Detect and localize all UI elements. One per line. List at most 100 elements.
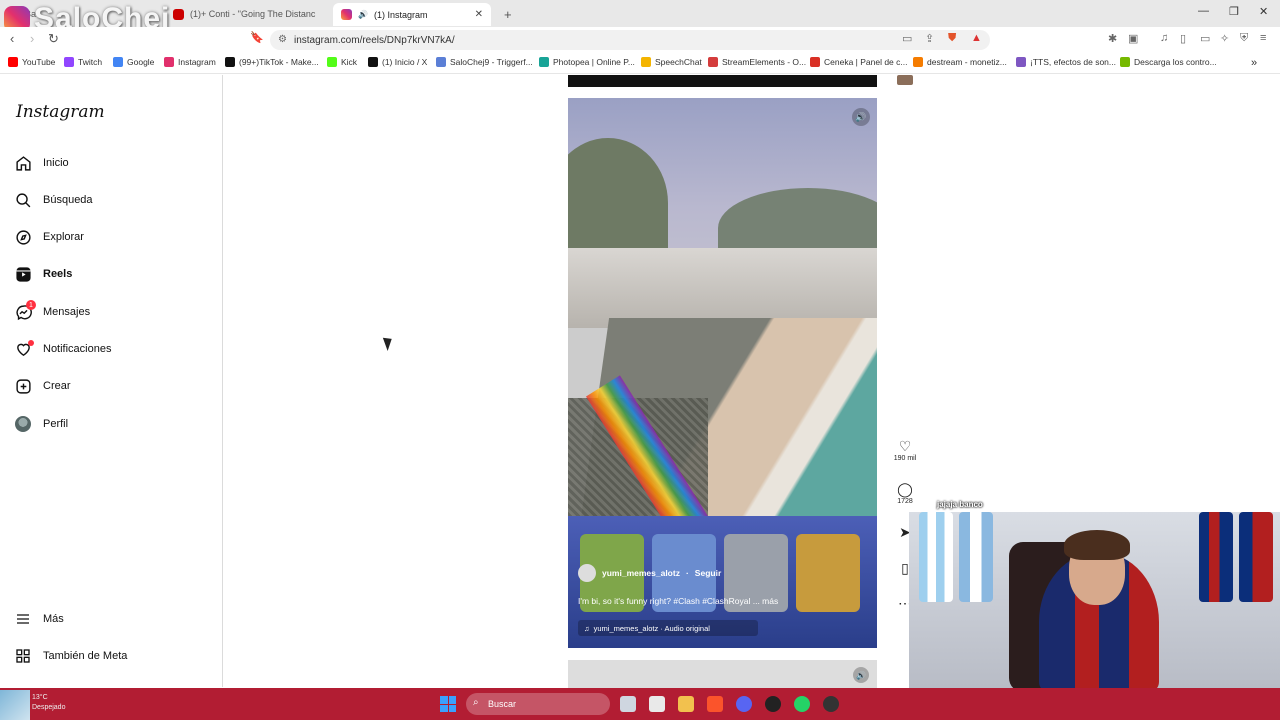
forward-icon[interactable]: › xyxy=(30,31,34,46)
bookmark-item[interactable]: Kick xyxy=(327,57,357,67)
game-card xyxy=(796,534,860,612)
ceneka-icon xyxy=(810,57,820,67)
sidebar-item-perfil[interactable]: Perfil xyxy=(14,413,68,435)
url-field[interactable]: instagram.com/reels/DNp7krVN7kA/ xyxy=(270,30,990,50)
share-icon[interactable]: ⇪ xyxy=(925,32,934,45)
wallet-icon[interactable]: ▣ xyxy=(1128,32,1138,45)
bookmark-item[interactable]: YouTube xyxy=(8,57,55,67)
steam-icon[interactable] xyxy=(823,696,839,712)
restore-icon[interactable]: ❐ xyxy=(1229,5,1239,18)
windows-start-icon[interactable] xyxy=(440,696,456,712)
instagram-icon xyxy=(164,57,174,67)
sidebar-item-explorar[interactable]: Explorar xyxy=(14,226,84,248)
minimize-icon[interactable]: — xyxy=(1198,5,1209,17)
tab-title: (1) Instagram xyxy=(373,9,428,20)
like-button[interactable]: ♡ 190 mil xyxy=(893,438,917,462)
sidebar-item-inicio[interactable]: Inicio xyxy=(14,152,69,174)
follow-button[interactable]: Seguir xyxy=(695,568,721,578)
search-icon xyxy=(14,191,32,209)
tab-title: (1)+ Conti - "Going The Distanc xyxy=(190,9,316,19)
weather-icon[interactable] xyxy=(0,690,30,720)
bookmark-item[interactable]: SaloChej9 - Triggerf... xyxy=(436,57,533,67)
sidebar-item-busqueda[interactable]: Búsqueda xyxy=(14,189,93,211)
store-icon[interactable] xyxy=(649,696,665,712)
instagram-logo[interactable]: Instagram xyxy=(16,102,105,122)
music-note-icon: ♫ xyxy=(584,623,590,633)
destream-icon xyxy=(913,57,923,67)
reload-icon[interactable]: ↻ xyxy=(48,31,59,47)
sidebar-icon[interactable]: ▯ xyxy=(1180,32,1186,45)
bookmark-item[interactable]: Instagram xyxy=(164,57,216,67)
sidebar-item-crear[interactable]: Crear xyxy=(14,375,71,397)
previous-reel-audio-thumb[interactable] xyxy=(897,75,913,85)
brave-rewards-icon[interactable]: ▲ xyxy=(971,32,982,44)
heart-icon: ♡ xyxy=(898,438,912,454)
reel-audio-link[interactable]: ♫ yumi_memes_alotz · Audio original xyxy=(578,620,758,636)
menu-icon[interactable]: ≡ xyxy=(1260,32,1266,44)
volume-icon[interactable]: 🔊 xyxy=(852,108,870,126)
task-view-icon[interactable] xyxy=(620,696,636,712)
vpn-icon[interactable]: ⛨ xyxy=(1240,32,1248,45)
screenshot-icon[interactable]: ▭ xyxy=(902,32,912,45)
instagram-icon xyxy=(341,9,352,20)
home-icon xyxy=(14,154,32,172)
speechchat-icon xyxy=(641,57,651,67)
reels-icon xyxy=(14,265,32,283)
taskbar-search[interactable]: Buscar xyxy=(466,693,610,715)
wall-jersey xyxy=(959,512,993,602)
reel-video[interactable]: 🔊 yumi_memes_alotz · Seguir I'm bi, so i… xyxy=(568,98,877,648)
close-tab-icon[interactable]: ✕ xyxy=(475,9,483,20)
bookmark-item[interactable]: Descarga los contro... xyxy=(1120,57,1217,67)
bookmark-item[interactable]: destream - monetiz... xyxy=(913,57,1007,67)
leo-ai-icon[interactable]: ✧ xyxy=(1220,32,1229,45)
browser-tab-active[interactable]: 🔊 (1) Instagram ✕ xyxy=(333,3,491,26)
bookmark-item[interactable]: (1) Inicio / X xyxy=(368,57,427,67)
music-icon[interactable]: ♫ xyxy=(1160,32,1168,44)
volume-icon[interactable]: 🔊 xyxy=(853,667,869,683)
bookmark-item[interactable]: StreamElements - O... xyxy=(708,57,806,67)
more-bookmarks-icon[interactable]: » xyxy=(1251,57,1257,69)
close-window-icon[interactable]: ✕ xyxy=(1259,5,1268,18)
obs-icon[interactable] xyxy=(765,696,781,712)
bookmarks-bar: YouTube Twitch Google Instagram (99+)Tik… xyxy=(0,54,1280,74)
tiktok-icon xyxy=(225,57,235,67)
reel-author[interactable]: yumi_memes_alotz · Seguir xyxy=(578,564,721,582)
bookmark-item[interactable]: Twitch xyxy=(64,57,102,67)
video-city xyxy=(568,248,877,328)
instagram-sidebar: Instagram Inicio Búsqueda Explorar Reels… xyxy=(0,75,223,687)
wall-jersey xyxy=(1199,512,1233,602)
author-avatar xyxy=(578,564,596,582)
sidebar-item-notificaciones[interactable]: Notificaciones xyxy=(14,338,111,360)
back-icon[interactable]: ‹ xyxy=(10,31,14,46)
previous-reel[interactable] xyxy=(568,75,877,87)
extensions-icon[interactable]: ✱ xyxy=(1108,32,1117,45)
bookmark-icon[interactable]: 🔖 xyxy=(250,31,264,44)
site-info-icon[interactable]: ⚙ xyxy=(278,34,287,45)
bookmark-item[interactable]: Ceneka | Panel de c... xyxy=(810,57,907,67)
file-explorer-icon[interactable] xyxy=(678,696,694,712)
new-tab-button[interactable]: + xyxy=(496,4,516,24)
discord-icon[interactable] xyxy=(736,696,752,712)
next-reel[interactable] xyxy=(568,660,877,688)
search-icon: ⌕ xyxy=(473,697,479,708)
brave-browser-icon[interactable] xyxy=(707,696,723,712)
sidebar-item-meta[interactable]: También de Meta xyxy=(14,645,127,667)
bookmark-item[interactable]: SpeechChat xyxy=(641,57,702,67)
reel-caption[interactable]: I'm bi, so it's funny right? #Clash #Cla… xyxy=(578,596,778,606)
weather-widget[interactable]: 13°C Despejado xyxy=(32,693,65,713)
comment-icon: ◯ xyxy=(897,481,913,497)
plus-square-icon xyxy=(14,377,32,395)
comment-button[interactable]: ◯ 1728 xyxy=(893,481,917,505)
tab-search-icon[interactable]: ▭ xyxy=(1200,32,1210,45)
browser-tab[interactable]: (1)+ Conti - "Going The Distanc xyxy=(165,4,330,24)
bookmark-item[interactable]: Photopea | Online P... xyxy=(539,57,635,67)
whatsapp-icon[interactable] xyxy=(794,696,810,712)
bookmark-item[interactable]: Google xyxy=(113,57,154,67)
bookmark-item[interactable]: (99+)TikTok - Make... xyxy=(225,57,319,67)
sidebar-item-mensajes[interactable]: 1 Mensajes xyxy=(14,300,90,323)
bookmark-item[interactable]: ¡TTS, efectos de son... xyxy=(1016,57,1116,67)
sidebar-item-mas[interactable]: Más xyxy=(14,608,64,630)
brave-shield-icon[interactable]: ⛊ xyxy=(948,32,956,45)
sidebar-item-reels[interactable]: Reels xyxy=(14,263,72,285)
author-username[interactable]: yumi_memes_alotz xyxy=(602,568,680,578)
